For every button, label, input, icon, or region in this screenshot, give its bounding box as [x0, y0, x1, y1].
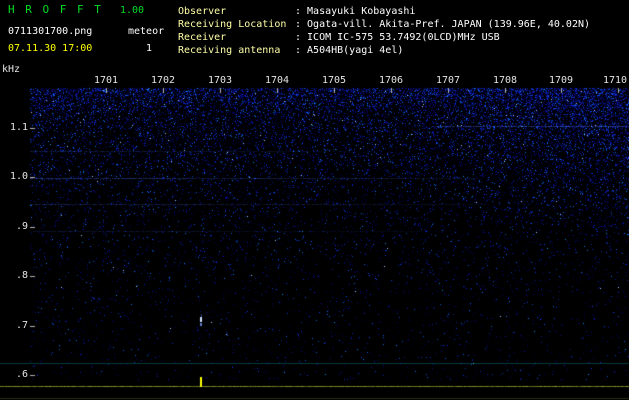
- info-label: Receiving antenna: [178, 45, 281, 56]
- info-row-location: Receiving Location : Ogata-vill. Akita-P…: [178, 18, 590, 31]
- spectrogram-canvas: [0, 0, 629, 400]
- info-value: : Ogata-vill. Akita-Pref. JAPAN (139.96E…: [295, 19, 591, 30]
- hrofft-output-window: kHz 1701 1702 1703 1704 1705 1706 1707 1708 1709 1…: [0, 0, 629, 400]
- meteor-count-value: 1: [146, 43, 153, 54]
- info-label: Receiver: [178, 32, 227, 43]
- info-row-antenna: Receiving antenna : A504HB(yagi 4el): [178, 44, 590, 57]
- info-value: : A504HB(yagi 4el): [295, 45, 404, 56]
- app-title: H R O F F T: [8, 3, 103, 16]
- timestamp: 07.11.30 17:00: [8, 43, 93, 54]
- info-row-observer: Observer : Masayuki Kobayashi: [178, 5, 590, 18]
- station-info: Observer : Masayuki Kobayashi Receiving …: [178, 5, 590, 57]
- info-row-receiver: Receiver : ICOM IC-575 53.7492(0LCD)MHz …: [178, 31, 590, 44]
- meteor-count-label: meteor: [128, 26, 165, 37]
- info-label: Receiving Location: [178, 19, 287, 30]
- info-value: : ICOM IC-575 53.7492(0LCD)MHz USB: [295, 32, 500, 43]
- info-value: : Masayuki Kobayashi: [295, 6, 416, 17]
- info-label: Observer: [178, 6, 227, 17]
- output-filename: 0711301700.png: [8, 26, 93, 37]
- app-version: 1.00: [120, 5, 145, 16]
